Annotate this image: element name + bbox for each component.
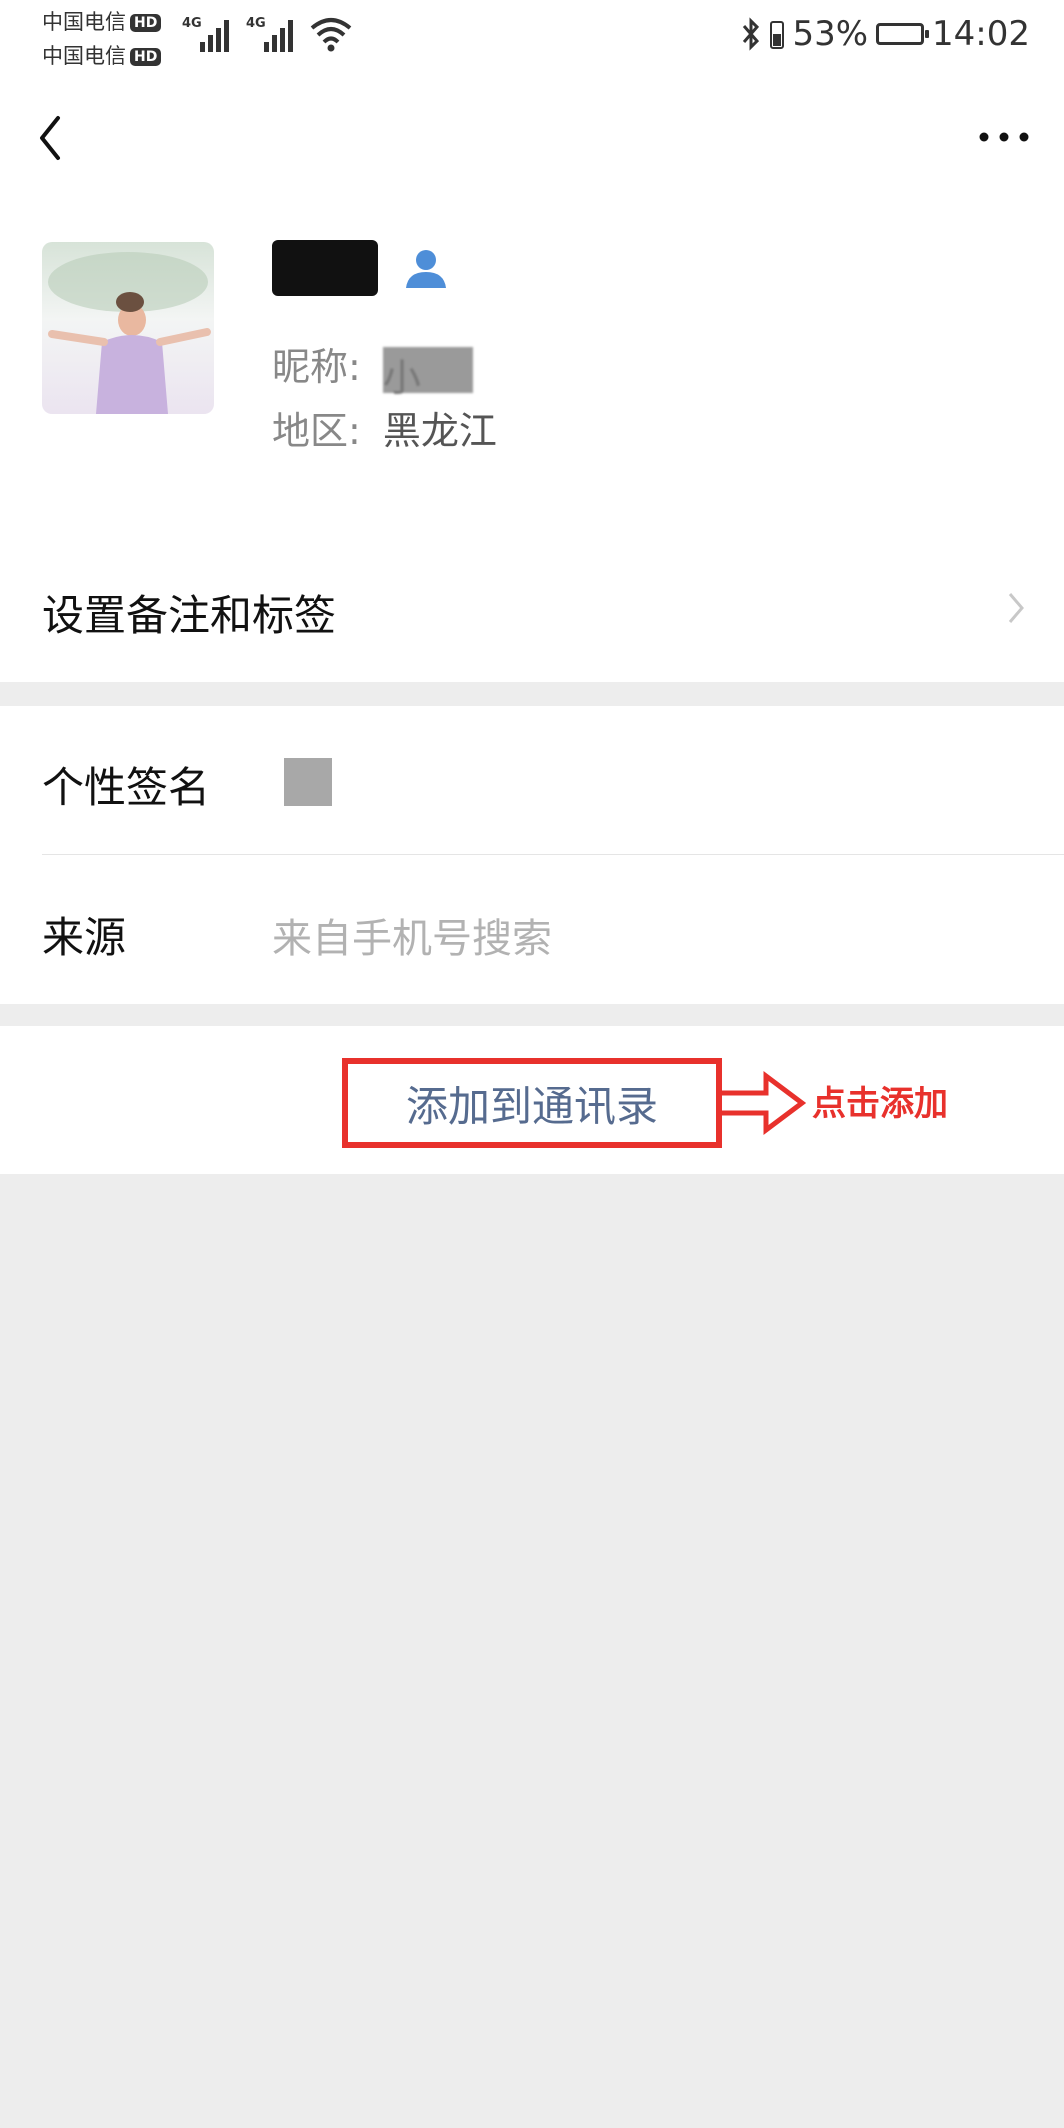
name-row	[272, 240, 448, 296]
bluetooth-icon	[743, 17, 760, 51]
region-row: 地区: 黑龙江	[272, 400, 497, 455]
hd-badge: HD	[130, 48, 162, 66]
signal-icon	[200, 20, 229, 52]
divider	[42, 854, 1064, 855]
signal-icon	[264, 20, 293, 52]
carrier-1: 中国电信 HD	[42, 6, 162, 36]
avatar[interactable]	[42, 242, 214, 414]
profile-card: 昵称: 小 地区: 黑龙江	[0, 202, 1064, 535]
nickname-value: 小	[382, 346, 473, 400]
hd-badge: HD	[130, 14, 162, 32]
set-remark-label: 设置备注和标签	[42, 591, 337, 640]
signature-value-blurred	[284, 758, 332, 806]
status-right: 53% 14:02	[740, 14, 1030, 54]
status-bar: 中国电信 HD 中国电信 HD 4G 4G 53% 14:02	[0, 0, 1064, 72]
region-value: 黑龙江	[382, 409, 497, 453]
contact-name	[272, 240, 378, 296]
add-to-contacts-button[interactable]: 添加到通讯录	[342, 1058, 722, 1148]
network-type-1: 4G	[182, 16, 202, 31]
nav-bar	[0, 72, 1064, 202]
contact-person-icon	[406, 250, 446, 288]
click-to-add-hint: 点击添加	[812, 1084, 948, 1124]
nickname-label: 昵称:	[272, 345, 361, 389]
battery-small-icon	[770, 21, 785, 49]
set-remark-row[interactable]: 设置备注和标签	[0, 534, 1064, 682]
network-type-2: 4G	[246, 16, 266, 31]
carrier-2: 中国电信 HD	[42, 40, 162, 70]
details-group: 个性签名 来源 来自手机号搜索	[0, 706, 1064, 1004]
back-arrow-icon[interactable]	[30, 108, 80, 168]
battery-charging-icon	[876, 23, 930, 45]
signature-label: 个性签名	[42, 763, 211, 812]
action-row: 添加到通讯录 点击添加	[0, 1026, 1064, 1174]
battery-percent: 53%	[792, 14, 869, 54]
more-options-icon[interactable]	[974, 112, 1034, 162]
red-arrow-icon	[722, 1071, 806, 1135]
avatar-photo	[48, 252, 211, 414]
chevron-right-icon	[1008, 593, 1024, 623]
nickname-row: 昵称: 小	[272, 336, 473, 400]
clock: 14:02	[932, 14, 1030, 54]
region-label: 地区:	[272, 409, 361, 453]
source-label: 来源	[42, 913, 127, 962]
wifi-icon	[310, 18, 352, 52]
source-value: 来自手机号搜索	[272, 916, 552, 962]
